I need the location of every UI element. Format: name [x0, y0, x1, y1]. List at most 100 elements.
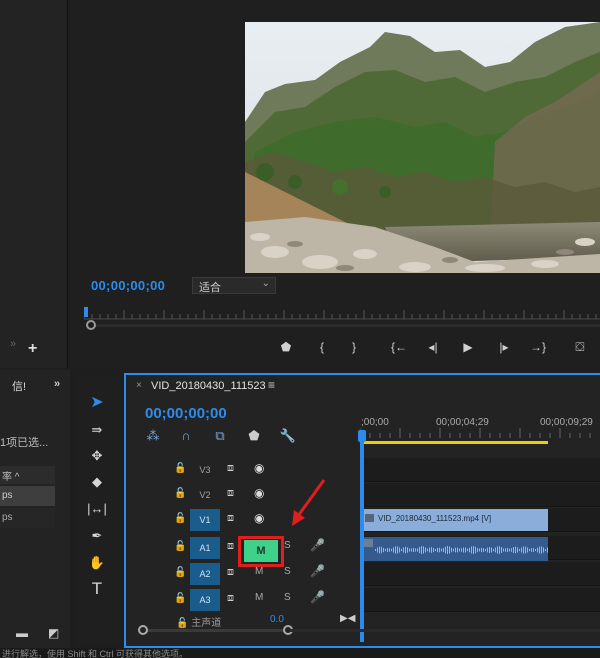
folder-icon[interactable]: ▬ [16, 626, 28, 640]
list-item[interactable]: ps [0, 486, 55, 506]
program-playhead[interactable] [84, 307, 88, 317]
master-track-name: 主声道 [191, 618, 222, 629]
solo-button[interactable]: S [284, 540, 291, 551]
lock-icon[interactable]: 🔓 [174, 567, 186, 578]
export-frame-icon[interactable]: ⛋ [570, 340, 590, 355]
play-icon[interactable]: ▶ [458, 340, 478, 354]
track-label[interactable]: A2 [190, 563, 220, 585]
add-icon[interactable]: + [28, 340, 37, 358]
snap-icon[interactable]: ∩ [176, 428, 196, 443]
fx-badge [365, 514, 374, 522]
track-resize-icon[interactable]: ▶◀ [340, 613, 355, 624]
microphone-icon[interactable]: 🎤 [310, 564, 325, 578]
nest-icon[interactable]: ⁂ [143, 428, 163, 444]
solo-button[interactable]: S [284, 566, 291, 577]
track-header-a3: 🔓 A3 ⧈ M S 🎤 [127, 588, 360, 612]
lock-icon[interactable]: 🔓 [174, 513, 186, 524]
eye-icon[interactable]: ◉ [254, 461, 264, 475]
wrench-icon[interactable]: 🔧 [278, 428, 298, 444]
track-label[interactable]: A1 [190, 537, 220, 559]
track-select-icon[interactable]: ⇛ [86, 420, 108, 440]
step-back-icon[interactable]: ◂| [423, 340, 443, 354]
status-bar: 进行解选，使用 Shift 和 Ctrl 可获得其他选项。 [0, 648, 600, 658]
scrub-ruler[interactable] [84, 308, 600, 320]
track-area-v2[interactable] [361, 483, 600, 507]
chevron-down-icon: ⌄ [261, 278, 270, 289]
zoom-handle-left[interactable] [138, 625, 148, 635]
ruler-label: ;00;00 [361, 417, 389, 428]
annotation-highlight-box [238, 536, 284, 567]
lock-icon[interactable]: 🔓 [174, 541, 186, 552]
menu-icon[interactable]: ≡ [268, 378, 275, 392]
sequence-tab[interactable]: VID_20180430_111523 [151, 380, 266, 392]
track-label[interactable]: V2 [190, 484, 220, 506]
razor-icon[interactable]: ◆ [86, 472, 108, 492]
panel-overflow-icon[interactable]: » [10, 338, 16, 350]
go-to-out-icon[interactable]: →} [528, 340, 548, 354]
microphone-icon[interactable]: 🎤 [310, 538, 325, 552]
sync-lock-icon[interactable]: ⧈ [227, 566, 234, 579]
timeline-playhead[interactable] [360, 432, 364, 642]
sync-lock-icon[interactable]: ⧈ [227, 592, 234, 605]
hand-tool-icon[interactable]: ✋ [86, 553, 108, 573]
annotation-arrow-icon [292, 479, 326, 526]
track-area-a3[interactable] [361, 588, 600, 612]
selection-count: 1项已选... [0, 437, 49, 449]
new-item-icon[interactable]: ◩ [48, 626, 59, 640]
track-label[interactable]: V1 [190, 509, 220, 531]
mute-button[interactable]: M [255, 592, 263, 603]
close-icon[interactable]: × [136, 380, 142, 391]
panel-overflow-icon[interactable]: » [54, 378, 60, 390]
video-preview [245, 22, 600, 273]
track-label[interactable]: A3 [190, 589, 220, 611]
pen-tool-icon[interactable]: ✒ [86, 526, 108, 546]
add-marker-icon[interactable]: ⬟ [244, 428, 264, 444]
linked-selection-icon[interactable]: ⧉ [210, 428, 230, 444]
video-clip-label: VID_20180430_111523.mp4 [V] [378, 514, 492, 523]
solo-button[interactable]: S [284, 592, 291, 603]
selection-tool-icon[interactable]: ➤ [86, 393, 108, 413]
timeline-horizontal-scrollbar[interactable] [290, 629, 600, 632]
master-track-label: 🔓 主声道 [176, 614, 221, 629]
lock-icon[interactable]: 🔓 [174, 488, 186, 499]
mute-button[interactable]: M [255, 566, 263, 577]
timeline-zoom-bar[interactable] [140, 629, 288, 632]
fx-badge [364, 539, 373, 547]
work-area-bar[interactable] [362, 441, 548, 444]
type-tool-icon[interactable]: T [86, 579, 108, 599]
timeline-timecode[interactable]: 00;00;00;00 [145, 405, 227, 422]
fit-select-value: 适合 [199, 282, 221, 294]
track-area-v3[interactable] [361, 458, 600, 482]
step-forward-icon[interactable]: |▸ [494, 340, 514, 354]
out-point-icon[interactable]: } [344, 340, 364, 354]
sync-lock-icon[interactable]: ⧈ [227, 487, 234, 500]
ruler-label: 00;00;09;29 [540, 417, 593, 428]
eye-icon[interactable]: ◉ [254, 511, 264, 525]
track-area-a2[interactable] [361, 562, 600, 586]
column-header[interactable]: 率 ^ [0, 466, 55, 484]
sync-lock-icon[interactable]: ⧈ [227, 462, 234, 475]
marker-icon[interactable]: ⬟ [276, 340, 296, 354]
list-item[interactable]: ps [0, 508, 55, 528]
track-label[interactable]: V3 [190, 459, 220, 481]
in-point-icon[interactable]: { [312, 340, 332, 354]
sync-lock-icon[interactable]: ⧈ [227, 540, 234, 553]
master-volume-value[interactable]: 0.0 [270, 614, 284, 625]
lock-icon[interactable]: 🔓 [176, 618, 188, 629]
slip-tool-icon[interactable]: |↔| [86, 499, 108, 519]
zoom-scrollbar-handle[interactable] [86, 320, 96, 330]
go-to-in-icon[interactable]: {← [389, 340, 409, 354]
project-panel-top: » + [0, 0, 68, 368]
eye-icon[interactable]: ◉ [254, 486, 264, 500]
lock-icon[interactable]: 🔓 [174, 463, 186, 474]
fit-select[interactable]: 适合 ⌄ [192, 277, 276, 294]
lock-icon[interactable]: 🔓 [174, 593, 186, 604]
mountain-scene-image [245, 22, 600, 273]
zoom-scrollbar[interactable] [92, 324, 600, 327]
video-clip[interactable]: VID_20180430_111523.mp4 [V] [361, 509, 548, 531]
microphone-icon[interactable]: 🎤 [310, 590, 325, 604]
ripple-edit-icon[interactable]: ✥ [86, 446, 108, 466]
sync-lock-icon[interactable]: ⧈ [227, 512, 234, 525]
program-timecode[interactable]: 00;00;00;00 [91, 278, 165, 293]
audio-waveform [375, 546, 548, 554]
